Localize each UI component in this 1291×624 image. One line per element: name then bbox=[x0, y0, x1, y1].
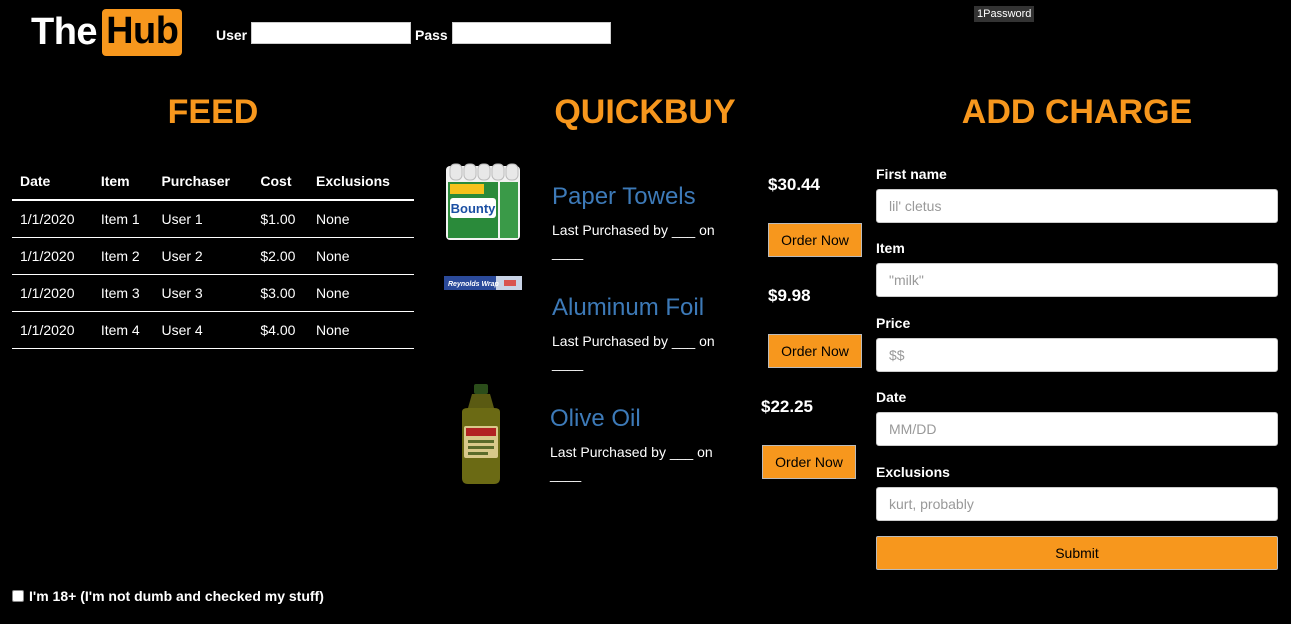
aluminum-foil-image: Reynolds Wrap bbox=[444, 276, 522, 290]
age-checkbox-label[interactable]: I'm 18+ (I'm not dumb and checked my stu… bbox=[29, 588, 324, 604]
cell-purchaser: User 2 bbox=[153, 237, 253, 275]
date-label: Date bbox=[876, 389, 907, 405]
feed-table: Date Item Purchaser Cost Exclusions 1/1/… bbox=[12, 163, 414, 349]
last-purchased-paper-towels: Last Purchased by ___ on ____ bbox=[552, 222, 715, 260]
order-now-button-aluminum-foil[interactable]: Order Now bbox=[768, 334, 862, 368]
logo-hub-text: Hub bbox=[102, 9, 183, 56]
feed-header-row: Date Item Purchaser Cost Exclusions bbox=[12, 163, 414, 201]
pass-label: Pass bbox=[415, 27, 448, 43]
table-row: 1/1/2020 Item 3 User 3 $3.00 None bbox=[12, 274, 414, 312]
table-row: 1/1/2020 Item 4 User 4 $4.00 None bbox=[12, 311, 414, 349]
item-input[interactable] bbox=[876, 263, 1278, 297]
last-purchased-olive-oil: Last Purchased by ___ on ____ bbox=[550, 444, 713, 482]
cell-item: Item 3 bbox=[92, 274, 154, 312]
quickbuy-title: QUICKBUY bbox=[554, 93, 736, 131]
product-name-olive-oil[interactable]: Olive Oil bbox=[550, 405, 641, 433]
svg-text:Reynolds Wrap: Reynolds Wrap bbox=[448, 281, 500, 288]
price-input[interactable] bbox=[876, 338, 1278, 372]
product-name-paper-towels[interactable]: Paper Towels bbox=[552, 183, 696, 211]
exclusions-label: Exclusions bbox=[876, 464, 950, 480]
submit-button[interactable]: Submit bbox=[876, 536, 1278, 570]
cell-date: 1/1/2020 bbox=[12, 274, 93, 312]
cell-exclusions: None bbox=[308, 274, 414, 312]
cell-item: Item 2 bbox=[92, 237, 154, 275]
cell-exclusions: None bbox=[308, 200, 414, 238]
item-label: Item bbox=[876, 240, 905, 256]
order-now-button-paper-towels[interactable]: Order Now bbox=[768, 223, 862, 257]
column-header-exclusions: Exclusions bbox=[308, 163, 414, 201]
order-now-button-olive-oil[interactable]: Order Now bbox=[762, 445, 856, 479]
logo-the-text: The bbox=[31, 11, 98, 53]
cell-cost: $4.00 bbox=[252, 311, 309, 349]
column-header-cost: Cost bbox=[252, 163, 309, 201]
table-row: 1/1/2020 Item 2 User 2 $2.00 None bbox=[12, 237, 414, 275]
username-input[interactable] bbox=[251, 22, 411, 44]
first-name-input[interactable] bbox=[876, 189, 1278, 223]
cell-cost: $2.00 bbox=[252, 237, 309, 275]
cell-purchaser: User 4 bbox=[153, 311, 253, 349]
cell-item: Item 1 bbox=[92, 200, 154, 238]
password-manager-badge[interactable]: 1Password bbox=[974, 6, 1035, 22]
user-label: User bbox=[216, 27, 248, 43]
svg-text:Bounty: Bounty bbox=[451, 201, 497, 216]
price-label: Price bbox=[876, 315, 911, 331]
cell-purchaser: User 1 bbox=[153, 200, 253, 238]
price-olive-oil: $22.25 bbox=[761, 397, 813, 416]
last-purchased-aluminum-foil: Last Purchased by ___ on ____ bbox=[552, 333, 715, 371]
date-input[interactable] bbox=[876, 412, 1278, 446]
column-header-date: Date bbox=[12, 163, 93, 201]
table-row: 1/1/2020 Item 1 User 1 $1.00 None bbox=[12, 200, 414, 238]
cell-cost: $3.00 bbox=[252, 274, 309, 312]
price-aluminum-foil: $9.98 bbox=[768, 286, 811, 305]
password-input[interactable] bbox=[452, 22, 611, 44]
exclusions-input[interactable] bbox=[876, 487, 1278, 521]
cell-date: 1/1/2020 bbox=[12, 237, 93, 275]
cell-date: 1/1/2020 bbox=[12, 311, 93, 349]
cell-date: 1/1/2020 bbox=[12, 200, 93, 238]
olive-oil-image bbox=[462, 384, 500, 484]
paper-towels-image: Bounty bbox=[446, 163, 520, 240]
cell-purchaser: User 3 bbox=[153, 274, 253, 312]
feed-title: FEED bbox=[167, 93, 259, 131]
add-charge-title: ADD CHARGE bbox=[961, 93, 1193, 131]
logo[interactable]: The Hub bbox=[31, 9, 183, 56]
age-confirmation[interactable]: I'm 18+ (I'm not dumb and checked my stu… bbox=[12, 588, 324, 604]
column-header-item: Item bbox=[92, 163, 154, 201]
column-header-purchaser: Purchaser bbox=[153, 163, 253, 201]
age-checkbox[interactable] bbox=[12, 590, 24, 602]
cell-cost: $1.00 bbox=[252, 200, 309, 238]
cell-item: Item 4 bbox=[92, 311, 154, 349]
price-paper-towels: $30.44 bbox=[768, 175, 820, 194]
cell-exclusions: None bbox=[308, 311, 414, 349]
cell-exclusions: None bbox=[308, 237, 414, 275]
product-name-aluminum-foil[interactable]: Aluminum Foil bbox=[552, 294, 704, 322]
first-name-label: First name bbox=[876, 166, 947, 182]
